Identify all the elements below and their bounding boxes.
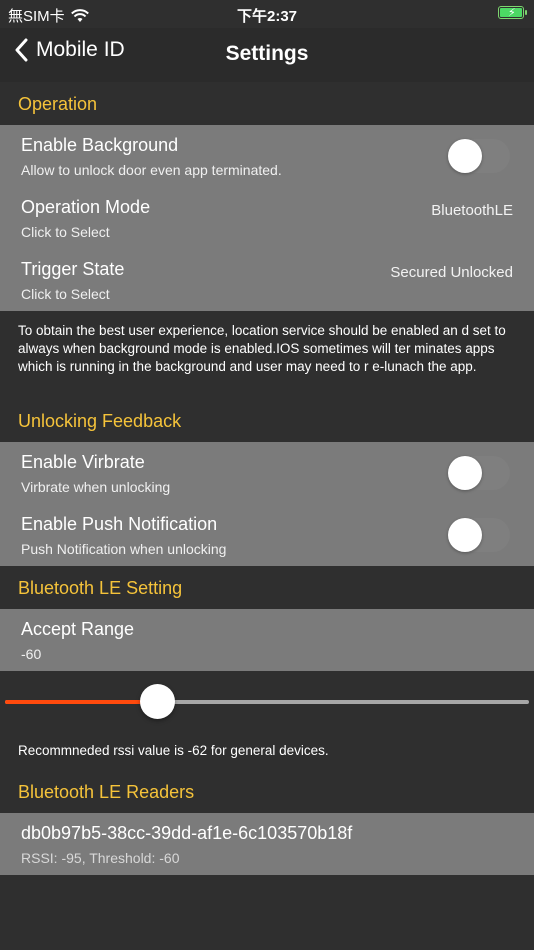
row-trigger-state[interactable]: Trigger State Click to Select Secured Un… (0, 249, 534, 311)
section-header-operation: Operation (18, 94, 98, 114)
row-enable-push: Enable Push Notification Push Notificati… (0, 504, 534, 566)
section-header-ble-setting: Bluetooth LE Setting (18, 578, 183, 598)
status-time: 下午2:37 (236, 8, 298, 25)
row-title: Operation Mode (21, 197, 151, 217)
group-ble-readers: db0b97b5-38cc-39dd-af1e-6c103570b18f RSS… (0, 813, 534, 875)
operation-note: To obtain the best user experience, loca… (18, 323, 506, 374)
enable-vibrate-toggle[interactable] (448, 456, 510, 490)
row-subtitle: Allow to unlock door even app terminated… (21, 162, 282, 178)
enable-push-toggle[interactable] (448, 518, 510, 552)
group-ble-setting: Accept Range -60 (0, 609, 534, 671)
operation-mode-value: BluetoothLE (431, 202, 513, 219)
reader-detail: RSSI: -95, Threshold: -60 (21, 850, 180, 866)
reader-row[interactable]: db0b97b5-38cc-39dd-af1e-6c103570b18f RSS… (0, 813, 534, 875)
row-enable-vibrate: Enable Virbrate Virbrate when unlocking (0, 442, 534, 504)
slider-fill (5, 700, 157, 704)
enable-background-toggle[interactable] (448, 139, 510, 173)
group-feedback: Enable Virbrate Virbrate when unlocking … (0, 442, 534, 566)
row-accept-range: Accept Range -60 (0, 609, 534, 671)
battery-charging-icon: ⚡ (498, 6, 527, 19)
row-subtitle: Click to Select (21, 224, 110, 240)
section-header-feedback: Unlocking Feedback (18, 411, 182, 431)
row-title: Accept Range (21, 619, 135, 639)
row-title: Trigger State (21, 259, 125, 279)
rssi-note: Recommneded rssi value is -62 for genera… (18, 743, 329, 758)
row-subtitle: Click to Select (21, 286, 110, 302)
group-operation: Enable Background Allow to unlock door e… (0, 125, 534, 311)
row-title: Enable Push Notification (21, 514, 218, 534)
row-enable-background: Enable Background Allow to unlock door e… (0, 125, 534, 187)
toggle-knob (448, 518, 482, 552)
row-title: Enable Virbrate (21, 452, 145, 472)
toggle-knob (448, 456, 482, 490)
section-header-ble-readers: Bluetooth LE Readers (18, 782, 195, 802)
page-title: Settings (225, 42, 309, 65)
reader-id: db0b97b5-38cc-39dd-af1e-6c103570b18f (21, 823, 353, 843)
row-subtitle: Virbrate when unlocking (21, 479, 171, 495)
row-subtitle: Push Notification when unlocking (21, 541, 227, 557)
row-title: Enable Background (21, 135, 179, 155)
trigger-state-value: Secured Unlocked (390, 264, 513, 281)
toggle-knob (448, 139, 482, 173)
status-bar: 無SIM卡 下午2:37 ⚡ (0, 0, 534, 28)
accept-range-slider[interactable] (5, 684, 529, 719)
accept-range-value: -60 (21, 646, 42, 662)
row-operation-mode[interactable]: Operation Mode Click to Select Bluetooth… (0, 187, 534, 249)
slider-thumb[interactable] (139, 684, 175, 719)
navigation-bar: Mobile ID Settings (0, 28, 534, 82)
